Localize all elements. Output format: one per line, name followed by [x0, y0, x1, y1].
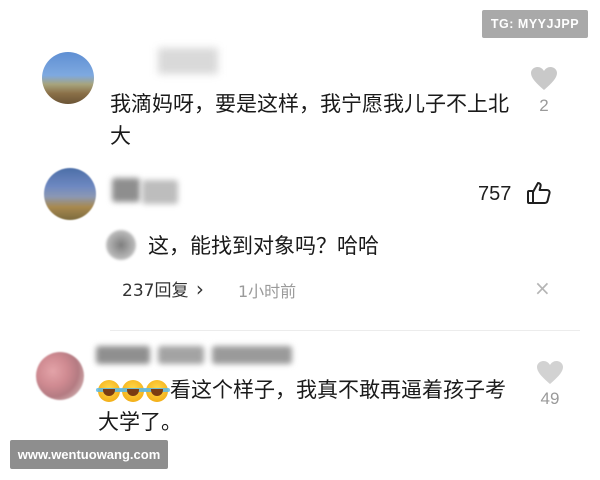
watermark: www.wentuowang.com — [10, 440, 168, 469]
heart-icon[interactable] — [536, 360, 564, 386]
like-count: 757 — [478, 183, 512, 205]
like-count: 49 — [540, 389, 560, 408]
laugh-cry-emoji-icon — [120, 380, 146, 402]
laugh-cry-emoji-icon — [144, 380, 170, 402]
comment-text: 我滴妈呀，要是这样，我宁愿我儿子不上北大 — [110, 92, 509, 148]
tg-overlay-badge: TG: MYYJJPP — [482, 10, 588, 38]
avatar[interactable] — [36, 352, 84, 400]
heart-icon[interactable] — [530, 66, 558, 92]
view-replies-link[interactable]: 237回复 › — [122, 276, 204, 301]
reply-count-label: 237回复 — [122, 281, 189, 301]
timestamp: 1小时前 — [238, 282, 297, 301]
reply-avatar[interactable] — [106, 230, 136, 260]
close-icon[interactable]: × — [534, 276, 551, 300]
like-count: 2 — [539, 96, 549, 115]
laugh-cry-emoji-icon — [96, 380, 122, 402]
avatar[interactable] — [42, 52, 94, 104]
blurred-username — [158, 346, 204, 364]
thumbs-up-icon[interactable] — [526, 180, 552, 206]
avatar[interactable] — [44, 168, 96, 220]
blurred-username — [212, 346, 292, 364]
blurred-username — [142, 180, 178, 204]
chevron-right-icon: › — [195, 277, 204, 301]
emoji-row — [96, 380, 170, 402]
reply-text: 这，能找到对象吗？哈哈 — [148, 234, 379, 258]
comment-body: 看这个样子，我真不敢再逼着孩子考大学了。 — [96, 374, 518, 438]
blurred-username — [158, 48, 218, 74]
blurred-username — [112, 178, 140, 202]
blurred-username — [96, 346, 150, 364]
divider — [110, 330, 580, 331]
